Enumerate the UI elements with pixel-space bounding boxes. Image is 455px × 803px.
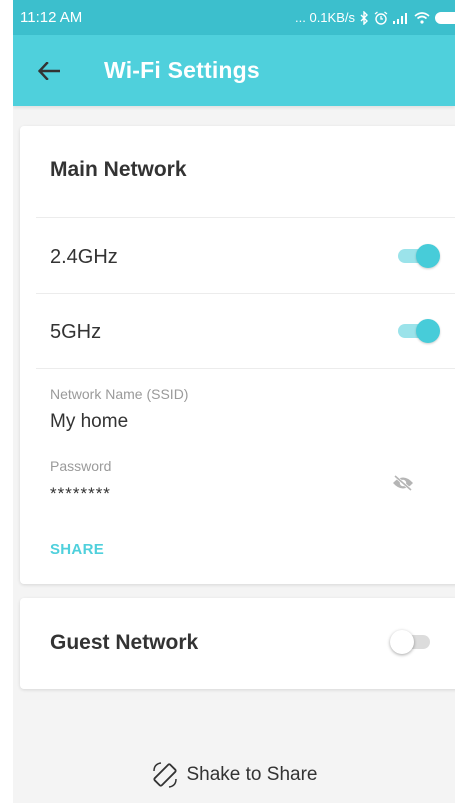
ssid-label: Network Name (SSID) (50, 386, 189, 402)
network-speed: ... 0.1KB/s (295, 10, 355, 25)
bluetooth-icon (360, 10, 369, 25)
main-network-title: Main Network (50, 158, 187, 181)
phone-screen: 11:12 AM ... 0.1KB/s Wi-Fi Settings Main… (13, 0, 455, 803)
guest-network-title: Guest Network (50, 631, 199, 654)
band-24-toggle[interactable] (396, 242, 440, 270)
divider (36, 368, 455, 369)
toggle-knob (416, 319, 440, 343)
signal-icon (393, 12, 409, 24)
divider (36, 293, 455, 294)
back-button[interactable] (27, 49, 71, 93)
rotate-phone-icon (152, 762, 177, 788)
main-network-card: Main Network 2.4GHz 5GHz Network Name (S… (20, 126, 455, 584)
alarm-icon (374, 10, 388, 25)
status-right: ... 0.1KB/s (295, 10, 455, 25)
eye-off-icon (393, 475, 413, 491)
page-title: Wi-Fi Settings (104, 57, 260, 83)
toggle-knob (390, 630, 414, 654)
divider (36, 217, 455, 218)
wifi-icon (414, 11, 430, 24)
battery-icon (435, 11, 455, 24)
password-field[interactable]: ******** (50, 484, 111, 504)
guest-network-toggle[interactable] (390, 628, 434, 656)
toggle-knob (416, 244, 440, 268)
shake-to-share-button[interactable]: Shake to Share (13, 756, 455, 794)
band-24-label: 2.4GHz (50, 246, 118, 268)
status-time: 11:12 AM (20, 9, 83, 26)
guest-network-card: Guest Network (20, 598, 455, 689)
password-label: Password (50, 458, 112, 474)
toggle-password-visibility-button[interactable] (388, 468, 418, 498)
ssid-field[interactable]: My home (50, 411, 128, 433)
band-5-toggle[interactable] (396, 317, 440, 345)
band-5-label: 5GHz (50, 321, 102, 343)
app-bar: Wi-Fi Settings (13, 35, 455, 106)
arrow-back-icon (38, 61, 60, 80)
status-bar: 11:12 AM ... 0.1KB/s (13, 0, 455, 35)
share-button[interactable]: SHARE (50, 541, 104, 558)
shake-to-share-label: Shake to Share (186, 764, 318, 785)
left-frame (0, 0, 13, 803)
